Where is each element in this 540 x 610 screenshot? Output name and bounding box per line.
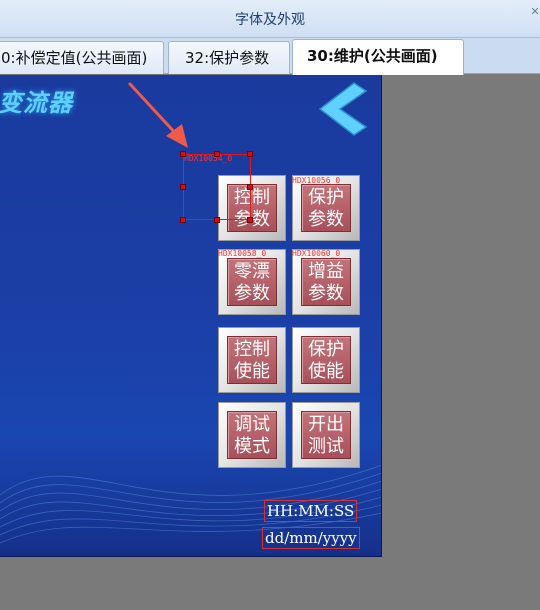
tab-protection-params[interactable]: 32:保护参数: [168, 41, 290, 74]
button-label-line1: 调试: [234, 414, 270, 435]
resize-handle[interactable]: [247, 151, 253, 157]
date-display[interactable]: dd/mm/yyyy: [262, 527, 360, 549]
button-label-line1: 保护: [308, 187, 344, 208]
element-id-tag: HDX10060_0: [292, 249, 341, 258]
button-label-line1: 保护: [308, 339, 344, 360]
gain-params-button[interactable]: 增益 参数: [292, 249, 360, 315]
resize-handle[interactable]: [180, 217, 186, 223]
button-label-line2: 参数: [234, 283, 270, 304]
resize-handle[interactable]: [214, 151, 220, 157]
resize-handle[interactable]: [247, 184, 253, 190]
button-label-line2: 测试: [308, 436, 344, 457]
tab-label: 32:保护参数: [185, 49, 270, 67]
tab-maintenance[interactable]: 30:维护(公共画面): [292, 39, 464, 75]
control-enable-button[interactable]: 控制 使能: [218, 327, 286, 393]
debug-mode-button[interactable]: 调试 模式: [218, 402, 286, 468]
button-label-line2: 使能: [308, 361, 344, 382]
button-label-line2: 使能: [234, 361, 270, 382]
protection-enable-button[interactable]: 保护 使能: [292, 327, 360, 393]
selection-box[interactable]: [183, 154, 251, 220]
element-id-tag: HDX10056_0: [292, 176, 341, 185]
resize-handle[interactable]: [180, 184, 186, 190]
button-label-line1: 增益: [308, 261, 344, 282]
output-test-button[interactable]: 开出 测试: [292, 402, 360, 468]
zero-drift-params-button[interactable]: 零漂 参数: [218, 249, 286, 315]
tab-label: 0:补偿定值(公共画面): [1, 49, 148, 67]
button-label-line2: 模式: [234, 436, 270, 457]
product-logo: 变流器: [0, 89, 73, 117]
button-label-line1: 开出: [308, 414, 344, 435]
button-label-line1: 零漂: [234, 261, 270, 282]
time-display[interactable]: HH:MM:SS: [264, 500, 358, 522]
resize-handle[interactable]: [247, 217, 253, 223]
tab-compensation-settings[interactable]: 0:补偿定值(公共画面): [0, 41, 164, 74]
back-arrow-icon[interactable]: [318, 81, 368, 137]
tab-bar: 0:补偿定值(公共画面) 32:保护参数 30:维护(公共画面): [0, 38, 540, 75]
annotation-arrow-icon: [128, 82, 188, 148]
tab-label: 30:维护(公共画面): [307, 47, 438, 65]
button-label-line1: 控制: [234, 339, 270, 360]
window-titlebar: 字体及外观 ✕: [0, 0, 540, 38]
window-title: 字体及外观: [235, 12, 305, 28]
close-icon[interactable]: ✕: [530, 6, 540, 18]
button-label-line2: 参数: [308, 283, 344, 304]
resize-handle[interactable]: [214, 217, 220, 223]
element-id-tag: HDX10058_0: [218, 249, 267, 258]
button-label-line2: 参数: [308, 209, 344, 230]
